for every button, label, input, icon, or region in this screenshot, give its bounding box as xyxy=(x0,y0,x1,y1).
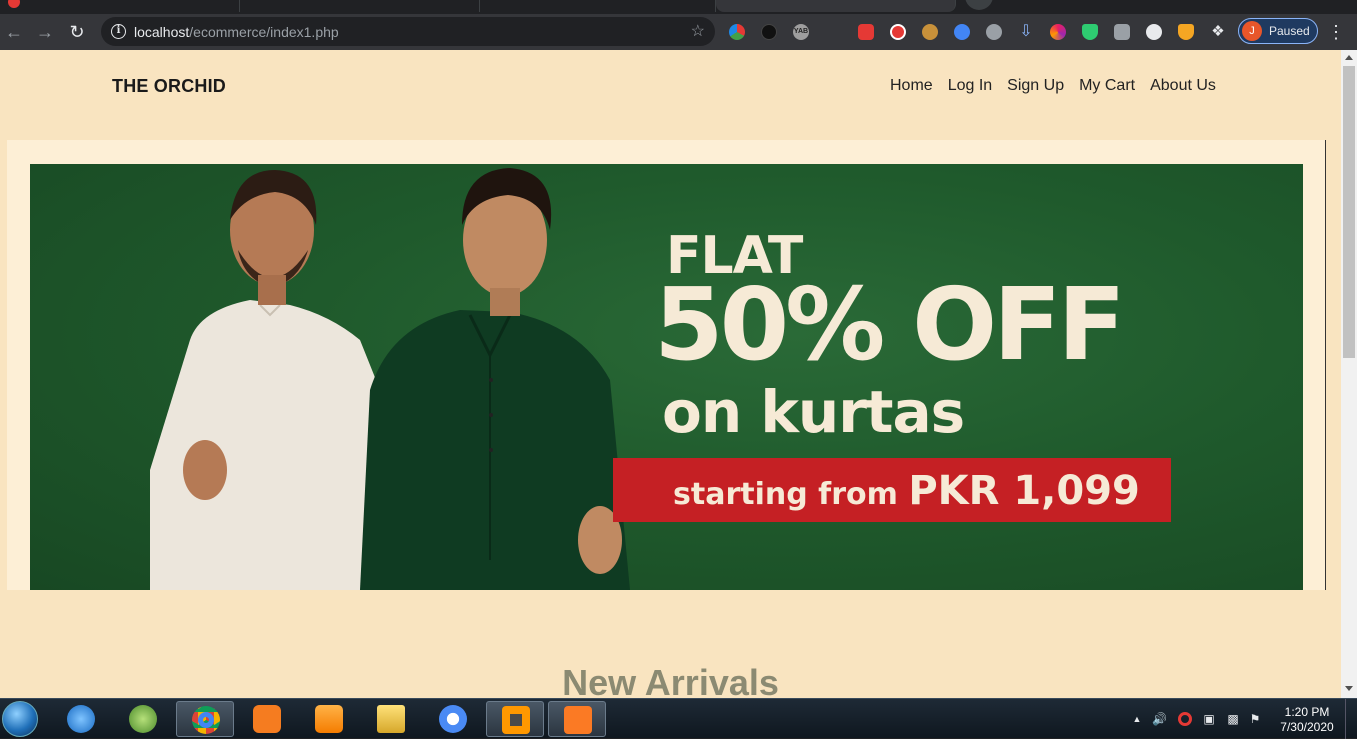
promo-prefix: starting from xyxy=(673,477,909,512)
volume-icon[interactable]: 🔊 xyxy=(1152,712,1167,726)
file-explorer-icon xyxy=(377,705,405,733)
tab-youtube[interactable] xyxy=(0,0,240,12)
tab-2[interactable] xyxy=(240,0,480,12)
tab-active[interactable] xyxy=(716,0,956,12)
brave-lion-icon[interactable] xyxy=(1178,24,1194,40)
taskbar-sublime[interactable] xyxy=(486,701,544,737)
url-host: localhost xyxy=(134,24,190,40)
avatar: J xyxy=(1242,21,1262,41)
taskbar-file-explorer[interactable] xyxy=(362,701,420,737)
chromium-icon xyxy=(439,705,467,733)
profile-status: Paused xyxy=(1269,24,1310,38)
taskbar-xampp[interactable] xyxy=(548,701,606,737)
page-viewport: THE ORCHID Home Log In Sign Up My Cart A… xyxy=(0,50,1341,698)
scroll-down-icon[interactable] xyxy=(1345,686,1353,691)
info-icon[interactable]: i xyxy=(111,24,126,39)
youtube-icon[interactable] xyxy=(858,24,874,40)
start-button[interactable] xyxy=(2,701,38,737)
system-clock[interactable]: 1:20 PM 7/30/2020 xyxy=(1276,705,1338,735)
browser-toolbar: ← → ↻ i localhost/ecommerce/index1.php ☆… xyxy=(0,14,1357,50)
address-bar[interactable]: i localhost/ecommerce/index1.php ☆ xyxy=(101,17,715,46)
nav-cart[interactable]: My Cart xyxy=(1079,77,1135,95)
nav-about[interactable]: About Us xyxy=(1150,77,1216,95)
tab-3[interactable] xyxy=(480,0,716,12)
nav-home[interactable]: Home xyxy=(890,77,933,95)
clock-time: 1:20 PM xyxy=(1284,705,1330,719)
settings-gear-icon[interactable] xyxy=(986,24,1002,40)
hero-banner-frame: FLAT 50% OFF on kurtas starting from PKR… xyxy=(7,140,1326,590)
color-picker-icon[interactable] xyxy=(729,24,745,40)
more-menu-icon[interactable]: ⋮ xyxy=(1326,18,1346,46)
back-button[interactable]: ← xyxy=(1,18,27,46)
model-green-kurta xyxy=(360,168,630,590)
android-studio-icon xyxy=(129,705,157,733)
nav-login[interactable]: Log In xyxy=(948,77,992,95)
taskbar-uc-browser[interactable] xyxy=(238,701,296,737)
opera-icon[interactable] xyxy=(1178,712,1192,726)
forward-button[interactable]: → xyxy=(32,18,58,46)
promo-bar: starting from PKR 1,099 xyxy=(613,458,1171,522)
download-icon[interactable]: ⇩ xyxy=(1018,24,1034,40)
sublime-text-icon xyxy=(502,706,530,734)
promo-text: starting from PKR 1,099 xyxy=(673,468,1140,514)
profile-button[interactable]: J Paused xyxy=(1238,18,1318,44)
youtube-favicon-icon xyxy=(8,0,20,8)
display-icon[interactable]: ▩ xyxy=(1226,712,1240,726)
copy-icon[interactable] xyxy=(1114,24,1130,40)
taskbar-chromium[interactable] xyxy=(424,701,482,737)
show-hidden-icons-icon[interactable]: ▲ xyxy=(1130,712,1144,726)
site-nav: Home Log In Sign Up My Cart About Us xyxy=(890,77,1216,95)
dark-mode-icon[interactable] xyxy=(761,24,777,40)
reload-button[interactable]: ↻ xyxy=(64,18,90,46)
cookie-icon[interactable] xyxy=(922,24,938,40)
scroll-thumb[interactable] xyxy=(1343,66,1355,358)
gear-icon[interactable] xyxy=(1146,24,1162,40)
shield-check-icon[interactable] xyxy=(1082,24,1098,40)
network-icon[interactable]: ▣ xyxy=(1202,712,1216,726)
system-tray: ▲ 🔊 ▣ ▩ ⚑ xyxy=(1128,699,1268,739)
internet-explorer-icon xyxy=(67,705,95,733)
nav-signup[interactable]: Sign Up xyxy=(1007,77,1064,95)
promo-price: PKR 1,099 xyxy=(908,468,1140,514)
action-center-flag-icon[interactable]: ⚑ xyxy=(1248,712,1262,726)
hero-banner[interactable]: FLAT 50% OFF on kurtas starting from PKR… xyxy=(30,164,1303,590)
scroll-up-icon[interactable] xyxy=(1345,55,1353,60)
bookmark-star-icon[interactable]: ☆ xyxy=(691,21,705,41)
banner-product-text: on kurtas xyxy=(662,378,965,446)
tab-strip xyxy=(0,0,1357,14)
site-brand[interactable]: THE ORCHID xyxy=(112,76,226,97)
xampp-icon xyxy=(564,706,592,734)
yab-icon[interactable]: YAB xyxy=(793,24,809,40)
uc-browser-icon xyxy=(253,705,281,733)
taskbar-android-studio[interactable] xyxy=(114,701,172,737)
taskbar-media-player[interactable] xyxy=(300,701,358,737)
banner-discount-text: 50% OFF xyxy=(654,266,1126,383)
adblock-icon[interactable] xyxy=(890,24,906,40)
clock-date: 7/30/2020 xyxy=(1280,720,1334,734)
taskbar-ie[interactable] xyxy=(52,701,110,737)
translator-icon[interactable] xyxy=(954,24,970,40)
section-title: New Arrivals xyxy=(562,662,779,698)
puzzle-icon[interactable]: ❖ xyxy=(1210,24,1226,40)
new-tab-button[interactable] xyxy=(965,0,993,10)
url-text[interactable]: localhost/ecommerce/index1.php xyxy=(134,24,339,40)
chrome-icon xyxy=(192,706,220,734)
taskbar-chrome[interactable] xyxy=(176,701,234,737)
windows-taskbar: ▲ 🔊 ▣ ▩ ⚑ 1:20 PM 7/30/2020 xyxy=(0,698,1357,739)
media-player-icon xyxy=(315,705,343,733)
page-scrollbar[interactable] xyxy=(1341,50,1357,698)
show-desktop-button[interactable] xyxy=(1345,699,1357,739)
url-path: /ecommerce/index1.php xyxy=(189,24,339,40)
night-icon[interactable] xyxy=(1050,24,1066,40)
